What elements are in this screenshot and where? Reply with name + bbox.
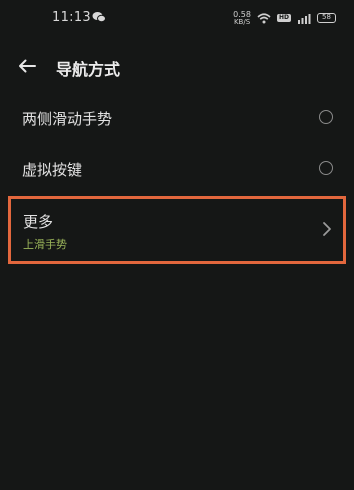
- network-speed: 0.58 KB/S: [233, 10, 251, 26]
- status-icons: 0.58 KB/S HD 58: [233, 9, 336, 27]
- option-label: 两侧滑动手势: [22, 110, 113, 128]
- app-header: 导航方式: [0, 44, 354, 88]
- page-title: 导航方式: [56, 60, 121, 79]
- option-side-swipe-gestures[interactable]: 两侧滑动手势: [0, 94, 354, 144]
- status-time: 11:13: [52, 10, 91, 25]
- back-button[interactable]: [12, 52, 42, 80]
- option-more[interactable]: 更多 上滑手势: [8, 196, 346, 264]
- wifi-icon: [257, 12, 271, 23]
- radio-button[interactable]: [319, 161, 333, 175]
- status-bar: 11:13 0.58 KB/S HD 58: [0, 0, 354, 36]
- signal-icon: [298, 13, 311, 24]
- battery-level: 58: [322, 13, 331, 21]
- option-more-subtitle: 上滑手势: [23, 238, 67, 251]
- option-virtual-keys[interactable]: 虚拟按键: [0, 145, 354, 195]
- wechat-icon: [92, 12, 106, 23]
- navigation-settings-screen: 11:13 0.58 KB/S HD 58 导航方式 两侧滑动手势 虚拟按键 更…: [0, 0, 354, 490]
- chevron-right-icon: [323, 222, 331, 236]
- radio-button[interactable]: [319, 110, 333, 124]
- hd-badge: HD: [276, 14, 291, 22]
- arrow-left-icon: [19, 59, 36, 73]
- battery-icon: 58: [317, 13, 336, 23]
- option-more-label: 更多: [23, 213, 54, 231]
- option-label: 虚拟按键: [22, 161, 83, 179]
- network-speed-unit: KB/S: [233, 17, 251, 26]
